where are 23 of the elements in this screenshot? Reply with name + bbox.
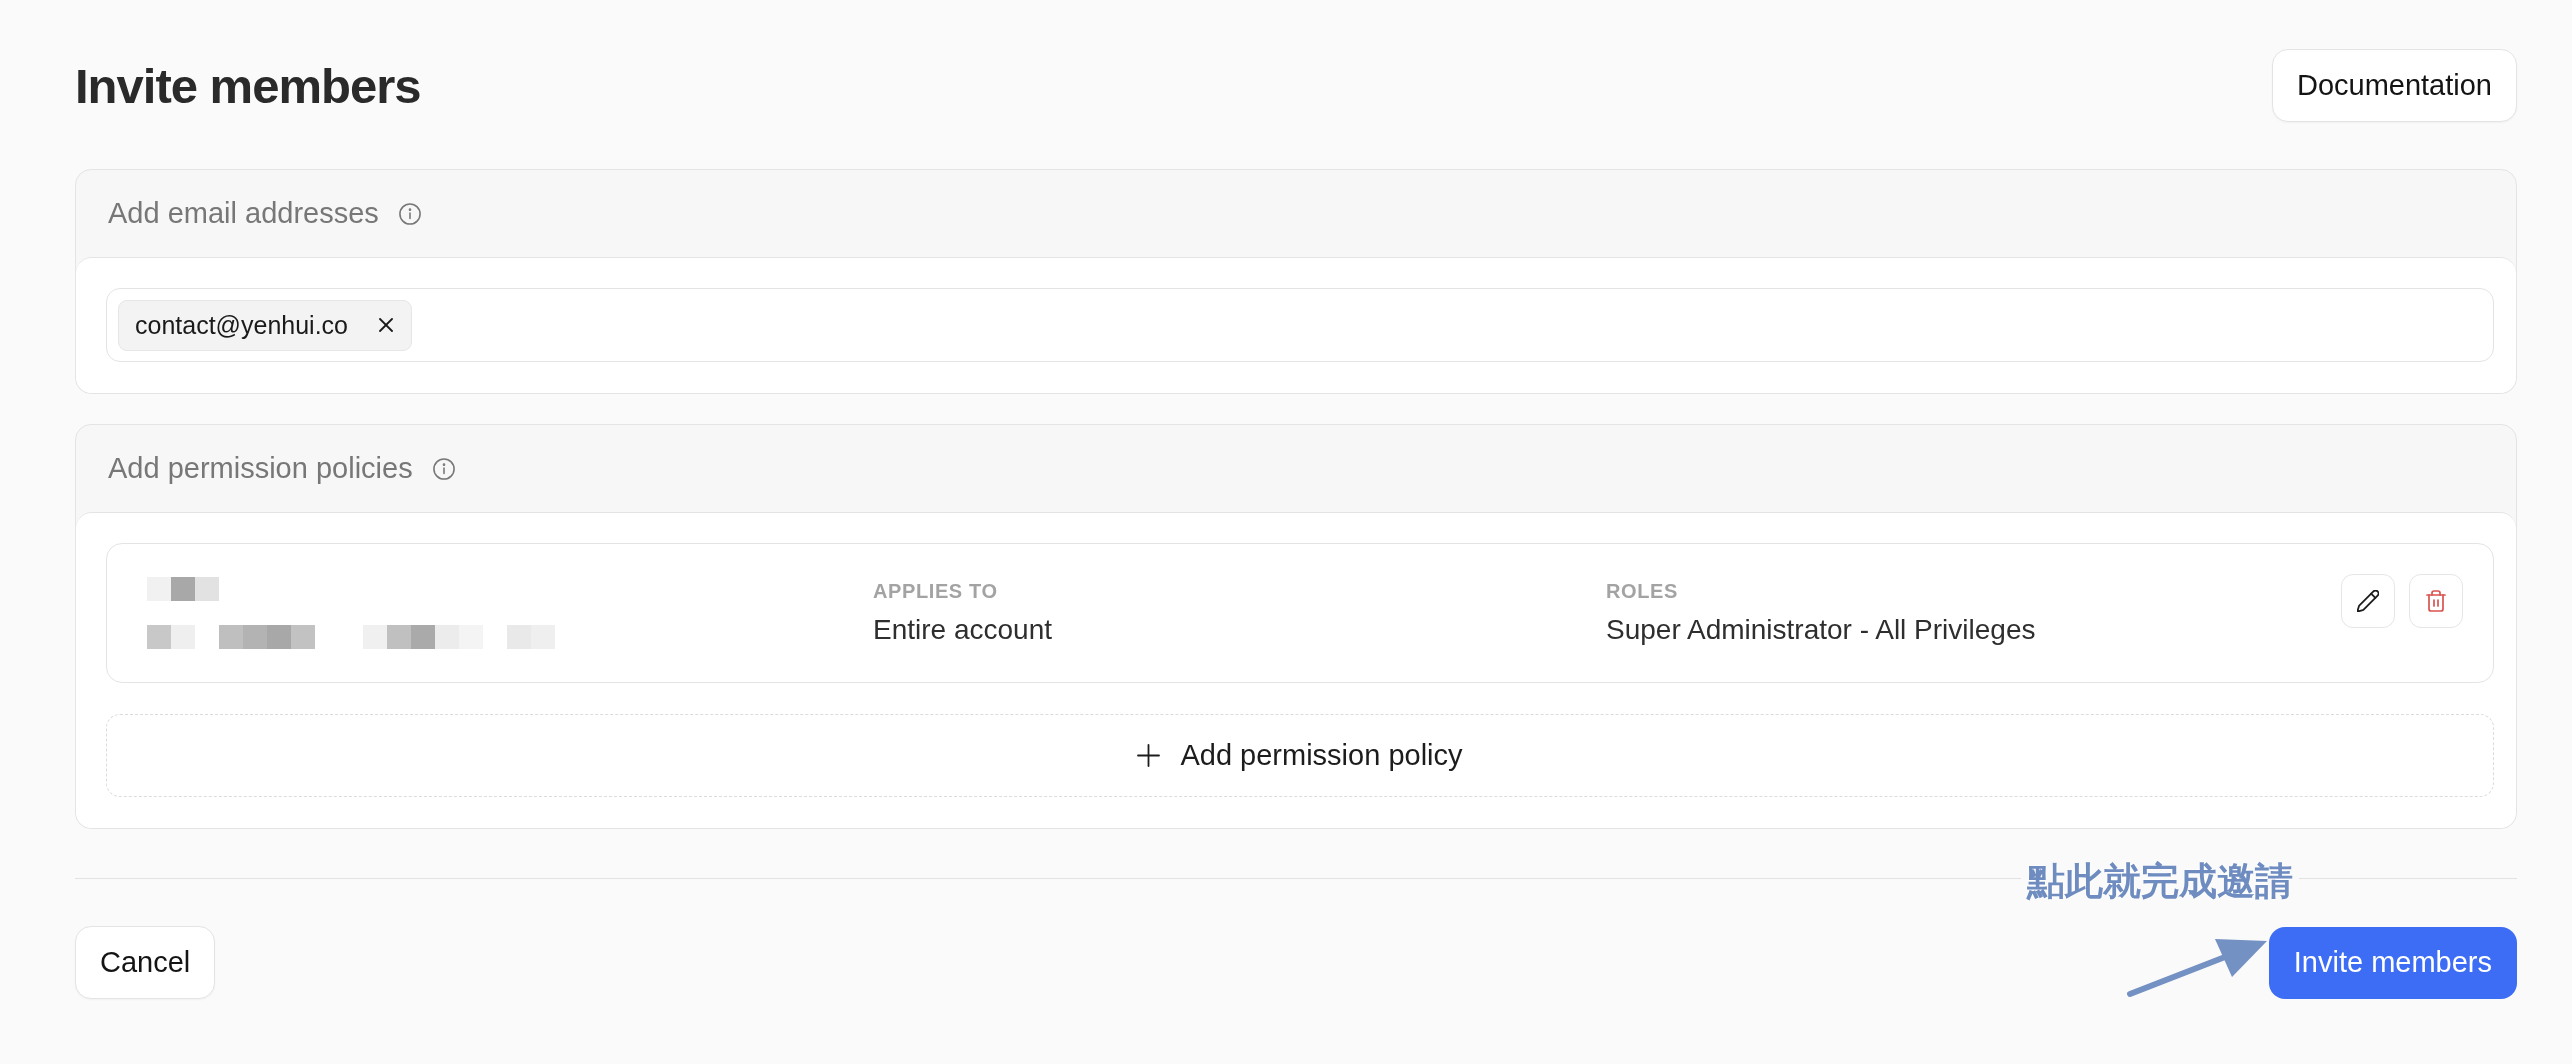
trash-icon — [2426, 590, 2446, 612]
invite-members-button[interactable]: Invite members — [2268, 926, 2517, 999]
close-icon[interactable] — [379, 318, 393, 332]
info-icon — [398, 202, 421, 225]
column-label: APPLIES TO — [873, 579, 999, 603]
page-title: Invite members — [75, 57, 421, 115]
column-value: Super Administrator - All Privileges — [1606, 613, 2037, 647]
edit-button[interactable] — [2341, 574, 2395, 628]
pencil-icon — [2357, 590, 2379, 612]
delete-button[interactable] — [2409, 574, 2463, 628]
column-label: ROLES — [1606, 579, 1679, 603]
email-input-field[interactable]: contact@yenhui.co — [106, 288, 2494, 362]
cancel-button[interactable]: Cancel — [75, 926, 216, 999]
plus-icon — [1137, 744, 1161, 767]
section-heading: Add email addresses — [108, 197, 379, 230]
add-policy-button[interactable]: Add permission policy — [106, 714, 2494, 797]
email-tag-text: contact@yenhui.co — [135, 310, 348, 340]
column-value: Entire account — [873, 613, 1053, 647]
section-heading: Add permission policies — [108, 452, 413, 485]
pixelated-redaction-drawing — [147, 577, 219, 601]
documentation-button[interactable]: Documentation — [2271, 49, 2517, 122]
annotation-label: 點此就完成邀請 — [2021, 861, 2299, 901]
info-icon — [432, 457, 455, 480]
